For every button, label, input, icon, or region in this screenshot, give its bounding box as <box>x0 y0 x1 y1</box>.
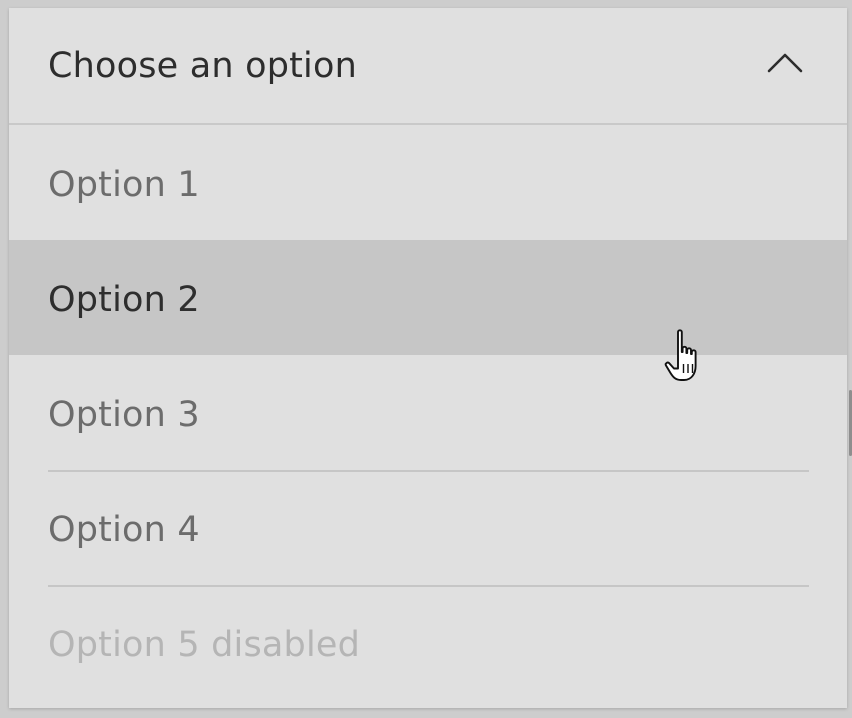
option-label: Option 2 <box>48 280 200 320</box>
option-label: Option 4 <box>48 510 200 550</box>
option-label: Option 5 disabled <box>48 625 361 665</box>
dropdown-trigger[interactable]: Choose an option <box>9 8 847 125</box>
dropdown-placeholder: Choose an option <box>48 46 357 86</box>
dropdown-option-2[interactable]: Option 2 <box>9 240 847 355</box>
option-label: Option 1 <box>48 165 200 205</box>
dropdown-menu: Option 1 Option 2 Option 3 Option 4 Opti… <box>9 125 847 700</box>
chevron-up-icon <box>767 53 803 73</box>
option-label: Option 3 <box>48 395 200 435</box>
dropdown-option-3[interactable]: Option 3 <box>9 355 847 470</box>
dropdown-option-4[interactable]: Option 4 <box>9 470 847 585</box>
option-divider <box>48 585 809 587</box>
dropdown-option-1[interactable]: Option 1 <box>9 125 847 240</box>
dropdown: Choose an option Option 1 Option 2 Optio… <box>9 8 847 708</box>
option-divider <box>48 470 809 472</box>
dropdown-option-5: Option 5 disabled <box>9 585 847 700</box>
